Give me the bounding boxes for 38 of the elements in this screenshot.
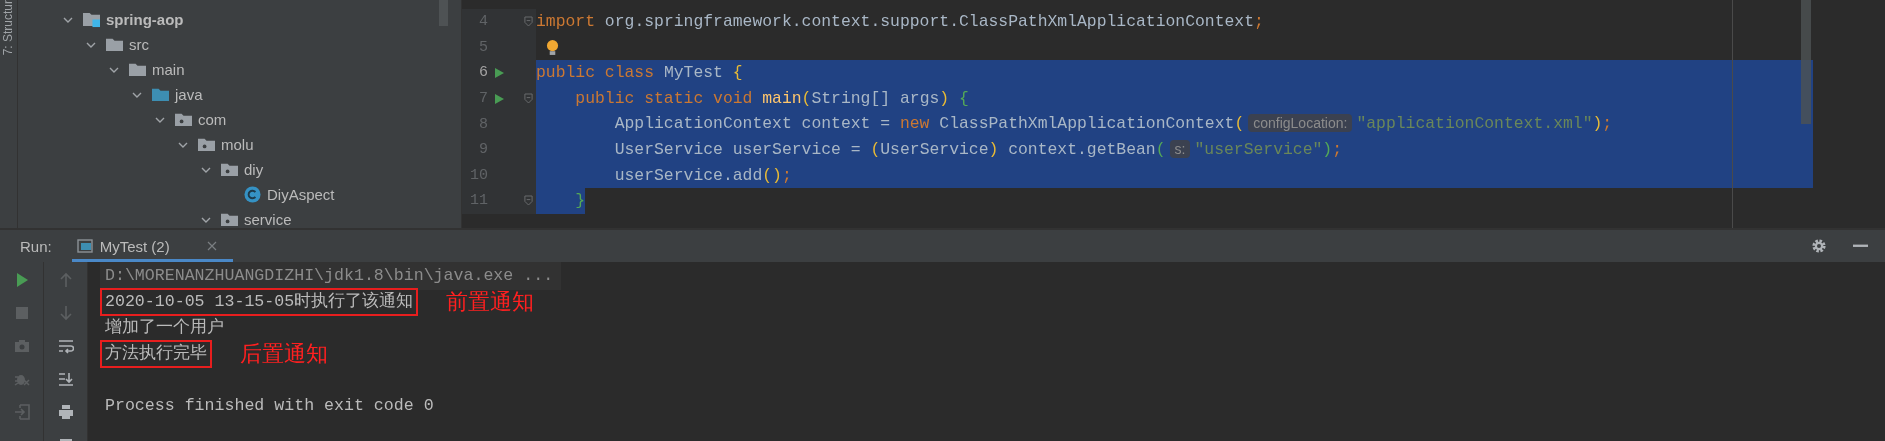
tree-item[interactable]: java	[175, 86, 203, 103]
settings-icon[interactable]	[1811, 238, 1827, 254]
folder-icon	[128, 61, 147, 78]
folder-icon	[105, 36, 124, 53]
annotation-label: 后置通知	[240, 341, 328, 367]
package-icon	[220, 161, 239, 178]
scrollbar[interactable]	[1801, 0, 1811, 124]
tree-item[interactable]: src	[129, 36, 149, 53]
console-line: 增加了一个用户	[104, 317, 225, 339]
folder-icon	[151, 86, 170, 103]
run-icon[interactable]	[493, 92, 505, 105]
code-line: import org.springframework.context.support.ClassPathXmlApplicationContext;	[536, 11, 1264, 33]
class-icon	[243, 186, 262, 203]
soft-wrap-icon[interactable]	[57, 338, 74, 354]
run-label: Run:	[20, 237, 52, 255]
module-folder-icon	[82, 11, 101, 28]
console-icon	[76, 239, 93, 253]
tree-item[interactable]: spring-aop	[106, 11, 184, 28]
minimize-icon[interactable]	[1853, 244, 1868, 248]
tree-item[interactable]: molu	[221, 136, 254, 153]
close-icon[interactable]	[206, 241, 217, 251]
tree-item[interactable]: com	[198, 111, 227, 128]
scroll-to-end-icon[interactable]	[57, 371, 74, 387]
line-number: 6	[478, 64, 488, 82]
lightbulb-icon[interactable]	[546, 38, 559, 56]
package-icon	[174, 111, 193, 128]
tree-item[interactable]: main	[152, 61, 185, 78]
package-icon	[197, 136, 216, 153]
run-icon[interactable]	[493, 67, 505, 79]
tree-item[interactable]: service	[244, 211, 292, 228]
tree-item[interactable]: DiyAspect	[267, 186, 335, 203]
annotation-label: 前置通知	[446, 289, 535, 315]
tree-item[interactable]: diy	[244, 161, 264, 178]
fold-icon[interactable]	[524, 93, 533, 105]
fold-icon[interactable]	[524, 195, 533, 207]
fold-icon[interactable]	[524, 16, 533, 28]
console-line: Process finished with exit code 0	[104, 395, 435, 417]
print-icon[interactable]	[57, 404, 74, 420]
